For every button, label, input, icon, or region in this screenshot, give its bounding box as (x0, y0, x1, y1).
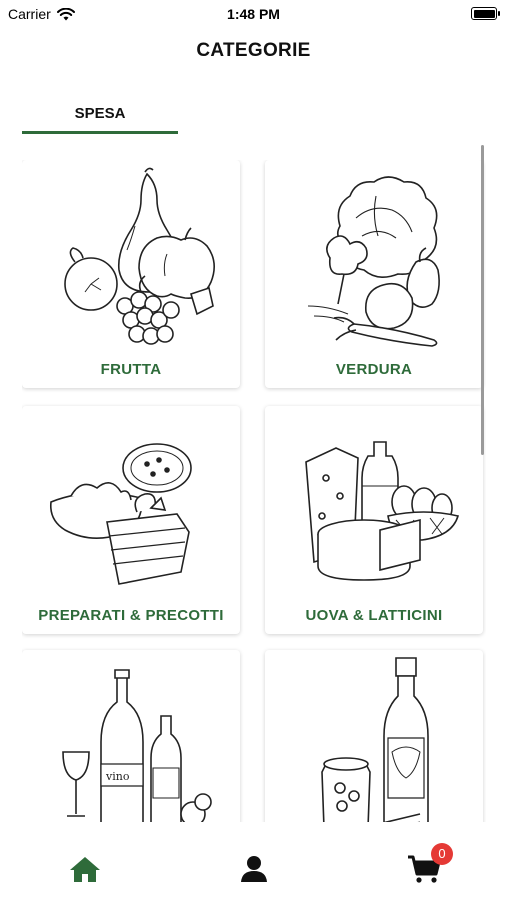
category-label: FRUTTA (100, 361, 162, 378)
category-label: VERDURA (335, 361, 413, 378)
category-card-uova-latticini[interactable]: UOVA & LATTICINI (265, 406, 483, 634)
category-tabs: SPESA (22, 100, 178, 134)
category-card-oil-preserves[interactable] (265, 650, 483, 822)
status-bar: Carrier 1:48 PM (0, 0, 507, 30)
profile-icon (241, 856, 267, 882)
category-card-preparati-precotti[interactable]: PREPARATI & PRECOTTI (22, 406, 240, 634)
clock: 1:48 PM (227, 6, 280, 22)
category-card-frutta[interactable]: FRUTTA (22, 160, 240, 388)
category-grid[interactable]: FRUTTA VERDURA PREPARATI & PRECOTTI UOVA… (22, 160, 486, 822)
prepared-food-illustration-icon (49, 443, 192, 585)
category-label: UOVA & LATTICINI (305, 607, 443, 624)
oil-preserves-illustration-icon (321, 657, 429, 822)
page-title: CATEGORIE (196, 40, 311, 61)
wine-illustration-icon: vino (62, 669, 212, 822)
dairy-illustration-icon (305, 441, 460, 581)
category-label: PREPARATI & PRECOTTI (38, 607, 224, 624)
tab-spesa[interactable]: SPESA (22, 100, 178, 134)
vegetables-illustration-icon (307, 176, 440, 347)
bottom-tab-bar (0, 822, 507, 900)
fruit-illustration-icon (64, 167, 215, 345)
tab-home[interactable] (68, 854, 102, 884)
category-card-wine[interactable]: vino (22, 650, 240, 822)
cart-count-badge: 0 (431, 843, 453, 865)
category-card-verdura[interactable]: VERDURA (265, 160, 483, 388)
scrollbar[interactable] (481, 145, 484, 455)
battery-icon (471, 7, 500, 20)
svg-text:vino: vino (105, 770, 130, 783)
home-icon (70, 857, 100, 882)
tab-profile[interactable] (237, 854, 271, 884)
